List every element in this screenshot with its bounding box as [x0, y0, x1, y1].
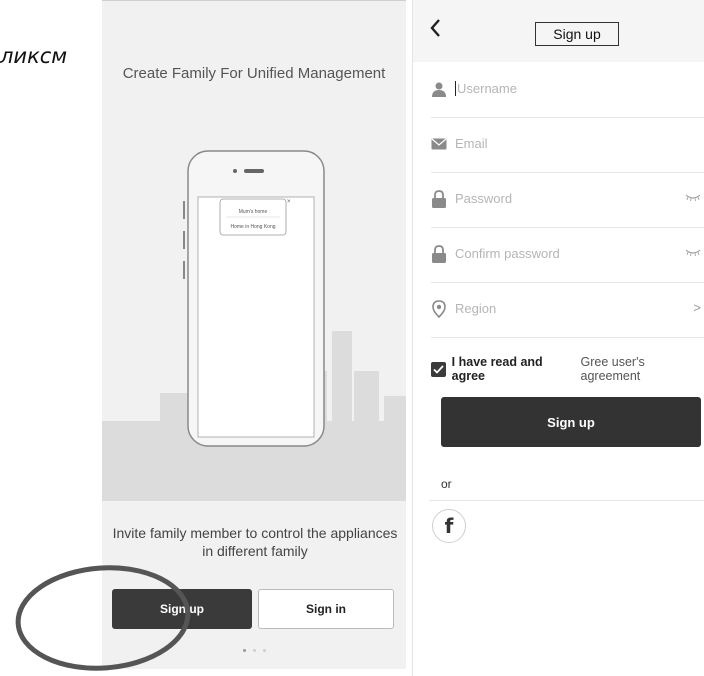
password-field[interactable]: Password — [431, 172, 704, 228]
signup-screen: Sign up Username Email Password Confirm … — [412, 0, 704, 676]
agreement-row: I have read and agree Gree user's agreem… — [431, 355, 704, 383]
agree-checkbox[interactable] — [431, 361, 446, 377]
email-placeholder: Email — [455, 136, 488, 151]
invite-line-1: Invite family member to control the appl… — [112, 525, 398, 541]
page-dot — [262, 649, 266, 652]
region-field[interactable]: Region > — [431, 282, 704, 338]
invite-line-2: in different family — [202, 543, 308, 559]
username-placeholder: Username — [457, 81, 517, 96]
phone-city-illustration: Mum's home Home in Hong Kong × — [102, 150, 406, 501]
or-divider-text: or — [441, 477, 452, 491]
email-field[interactable]: Email — [431, 117, 704, 173]
facebook-icon[interactable]: f — [432, 509, 466, 543]
user-agreement-link[interactable]: Gree user's agreement — [581, 355, 704, 383]
svg-text:×: × — [287, 199, 291, 205]
page-title: Sign up — [535, 22, 619, 46]
page-indicator — [102, 649, 406, 652]
family-intro-screen: Create Family For Unified Management Mum… — [102, 0, 406, 669]
intro-signup-button[interactable]: Sign up — [112, 589, 252, 629]
eye-closed-icon[interactable] — [685, 190, 701, 205]
card-line-2: Home in Hong Kong — [230, 224, 275, 230]
mail-icon — [431, 138, 447, 150]
lock-icon — [432, 245, 446, 263]
user-icon — [432, 82, 446, 97]
lock-icon — [432, 190, 446, 208]
page-dot-active — [242, 649, 246, 652]
card-line-1: Mum's home — [239, 209, 268, 215]
chevron-left-icon[interactable] — [429, 18, 441, 44]
confirm-password-placeholder: Confirm password — [455, 246, 560, 261]
signup-header: Sign up — [413, 0, 704, 62]
chevron-right-icon: > — [693, 300, 701, 315]
signup-button[interactable]: Sign up — [441, 397, 701, 447]
caption-text: ликсм — [0, 44, 68, 68]
password-placeholder: Password — [455, 191, 513, 206]
page-dot — [252, 649, 256, 652]
username-field[interactable]: Username — [431, 62, 704, 118]
confirm-password-field[interactable]: Confirm password — [431, 227, 704, 283]
invite-text: Invite family member to control the appl… — [112, 524, 398, 560]
eye-closed-icon[interactable] — [685, 245, 701, 260]
divider — [429, 500, 704, 501]
intro-signin-button[interactable]: Sign in — [258, 589, 394, 629]
location-pin-icon — [432, 300, 446, 318]
intro-title: Create Family For Unified Management — [122, 65, 386, 82]
agree-text: I have read and agree — [451, 355, 543, 383]
region-placeholder: Region — [455, 301, 497, 316]
